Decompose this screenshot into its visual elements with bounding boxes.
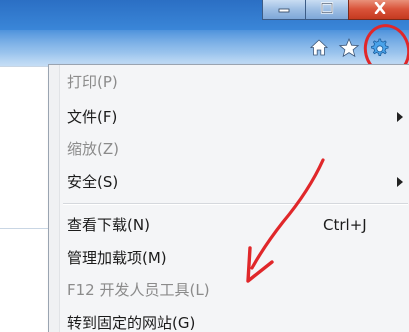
window-controls [262, 0, 409, 22]
menu-item-shortcut: Ctrl+J [323, 216, 367, 234]
menu-item-label: 转到固定的网站(G) [67, 314, 196, 332]
tools-menu: 打印(P) 文件(F) 缩放(Z) 安全(S) 查看下载(N) Ctrl+J 管… [48, 64, 409, 332]
minimize-icon [278, 8, 290, 13]
menu-separator [63, 203, 408, 205]
menu-item-print[interactable]: 打印(P) [67, 69, 407, 95]
menu-item-label: 管理加载项(M) [67, 249, 167, 267]
home-icon [309, 39, 329, 56]
close-icon [374, 2, 386, 14]
menu-item-view-downloads[interactable]: 查看下载(N) Ctrl+J [67, 212, 407, 238]
maximize-icon [320, 2, 334, 14]
maximize-button[interactable] [305, 0, 349, 20]
home-button[interactable] [304, 33, 334, 63]
screenshot: 打印(P) 文件(F) 缩放(Z) 安全(S) 查看下载(N) Ctrl+J 管… [0, 0, 409, 332]
star-icon [338, 37, 360, 58]
menu-item-label: 文件(F) [67, 108, 118, 126]
divider [0, 66, 48, 67]
submenu-arrow-icon [397, 112, 403, 122]
menu-gutter [49, 65, 60, 332]
page-content [0, 66, 46, 332]
menu-item-label: 缩放(Z) [67, 140, 119, 158]
menu-item-label: 查看下载(N) [67, 216, 150, 234]
menu-item-f12-developer-tools[interactable]: F12 开发人员工具(L) [67, 277, 407, 303]
menu-item-safety[interactable]: 安全(S) [67, 169, 407, 195]
menu-item-label: F12 开发人员工具(L) [67, 281, 210, 299]
minimize-button[interactable] [262, 0, 306, 20]
menu-item-pinned-sites[interactable]: 转到固定的网站(G) [67, 310, 407, 332]
menu-item-label: 安全(S) [67, 173, 119, 191]
menu-item-file[interactable]: 文件(F) [67, 104, 407, 130]
title-bar [0, 0, 409, 81]
divider [0, 228, 48, 229]
favorites-button[interactable] [334, 33, 364, 63]
menu-item-label: 打印(P) [67, 73, 118, 91]
submenu-arrow-icon [397, 177, 403, 187]
close-button[interactable] [348, 0, 409, 20]
menu-item-manage-addons[interactable]: 管理加载项(M) [67, 245, 407, 271]
menu-item-zoom[interactable]: 缩放(Z) [67, 136, 407, 162]
